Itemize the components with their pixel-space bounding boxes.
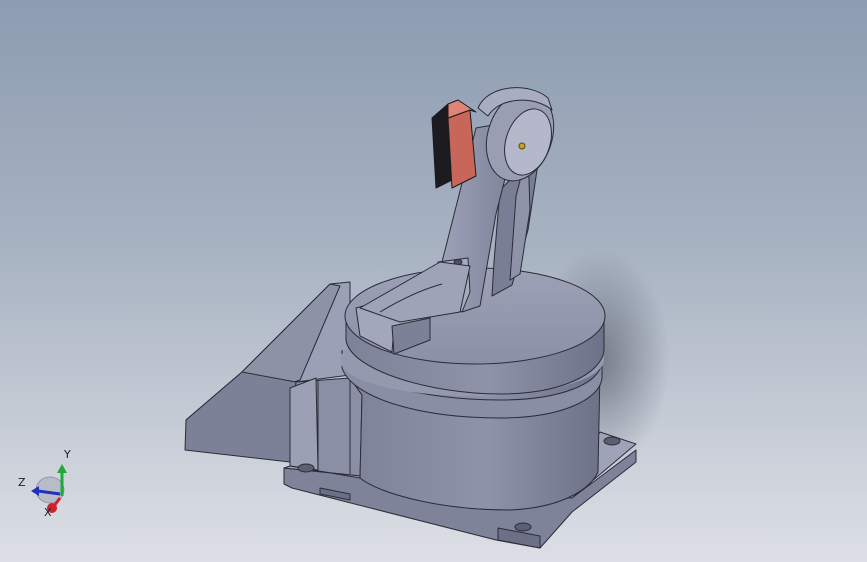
bolt-hole (603, 436, 621, 446)
bolt-hole (297, 463, 315, 473)
x-axis-label: X (44, 506, 52, 518)
cad-viewport[interactable]: Y Z X (0, 0, 867, 562)
z-axis-label: Z (18, 476, 26, 489)
y-axis-label: Y (63, 448, 71, 461)
bolt-hole (514, 522, 532, 532)
tool-head[interactable] (431, 99, 477, 189)
robot-arm-model[interactable] (0, 0, 867, 562)
view-orientation-triad[interactable]: Y Z X (14, 446, 84, 518)
